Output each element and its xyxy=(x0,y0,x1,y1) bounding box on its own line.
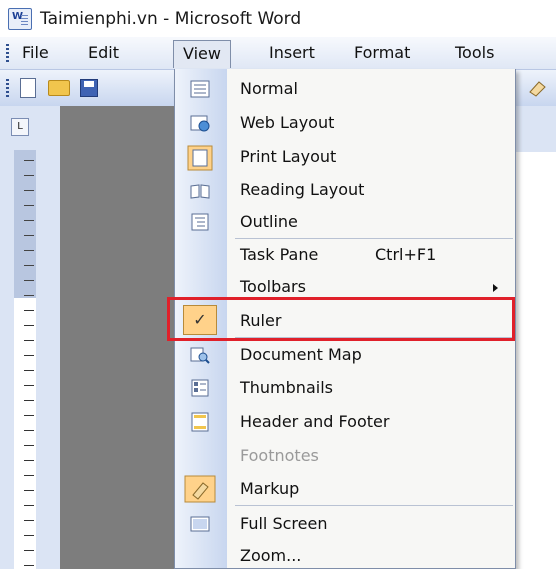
menu-item-label: Task Pane xyxy=(240,245,319,264)
save-icon[interactable] xyxy=(80,79,98,97)
window-title: Taimienphi.vn - Microsoft Word xyxy=(40,8,302,29)
menu-item-label: Web Layout xyxy=(240,113,335,132)
open-folder-icon[interactable] xyxy=(48,80,70,96)
menu-item-header-and-footer[interactable]: Header and Footer xyxy=(227,412,516,436)
menu-item-zoom[interactable]: Zoom... xyxy=(227,546,516,568)
menu-item-label: Full Screen xyxy=(240,514,328,533)
menu-insert[interactable]: Insert xyxy=(269,43,315,62)
reading-layout-icon xyxy=(190,184,210,199)
toolbar-grip[interactable] xyxy=(6,79,9,99)
menu-tools[interactable]: Tools xyxy=(455,43,494,62)
normal-view-icon xyxy=(190,80,210,98)
menu-item-task-pane[interactable]: Task Pane Ctrl+F1 xyxy=(227,245,516,269)
menu-edit[interactable]: Edit xyxy=(88,43,119,62)
ruler-corner xyxy=(0,106,60,152)
header-footer-icon xyxy=(191,412,209,432)
vertical-ruler-margin xyxy=(14,150,36,298)
menu-item-label: Zoom... xyxy=(240,546,302,565)
outline-icon xyxy=(191,213,209,231)
new-document-icon[interactable] xyxy=(20,78,36,98)
menu-item-label: Footnotes xyxy=(240,446,319,465)
menu-item-label: Header and Footer xyxy=(240,412,390,431)
menu-item-outline[interactable]: Outline xyxy=(227,212,516,236)
print-layout-icon xyxy=(187,145,213,171)
menu-item-thumbnails[interactable]: Thumbnails xyxy=(227,378,516,402)
menu-file[interactable]: File xyxy=(22,43,49,62)
menu-item-print-layout[interactable]: Print Layout xyxy=(227,147,516,171)
title-bar: W Taimienphi.vn - Microsoft Word xyxy=(0,0,556,37)
web-layout-icon xyxy=(190,115,210,132)
menu-item-label: Reading Layout xyxy=(240,180,365,199)
document-area[interactable] xyxy=(60,106,175,569)
menu-item-label: Normal xyxy=(240,79,298,98)
menu-item-shortcut: Ctrl+F1 xyxy=(375,245,437,264)
full-screen-icon xyxy=(190,516,210,532)
menu-item-label: Document Map xyxy=(240,345,362,364)
word-app-icon[interactable]: W xyxy=(8,7,32,30)
tab-selector-button[interactable]: L xyxy=(11,118,29,136)
menu-item-normal[interactable]: Normal xyxy=(227,79,516,103)
eraser-icon[interactable] xyxy=(527,78,547,98)
menu-bar: File Edit View Insert Format Tools xyxy=(0,37,556,70)
menu-item-label: Outline xyxy=(240,212,298,231)
menu-item-reading-layout[interactable]: Reading Layout xyxy=(227,180,516,204)
markup-icon xyxy=(184,475,216,503)
menu-item-markup[interactable]: Markup xyxy=(227,479,516,503)
menu-item-label: Print Layout xyxy=(240,147,337,166)
menu-item-label: Thumbnails xyxy=(240,378,333,397)
menu-item-label: Markup xyxy=(240,479,300,498)
document-map-icon xyxy=(190,347,210,364)
menu-item-web-layout[interactable]: Web Layout xyxy=(227,113,516,137)
submenu-arrow-icon xyxy=(493,284,498,292)
menu-separator xyxy=(235,238,513,239)
menu-separator xyxy=(235,505,513,506)
thumbnails-icon xyxy=(191,379,209,397)
menu-format[interactable]: Format xyxy=(354,43,410,62)
menu-item-document-map[interactable]: Document Map xyxy=(227,345,516,369)
menu-item-label: Toolbars xyxy=(240,277,306,296)
menu-item-footnotes: Footnotes xyxy=(227,446,516,470)
ruler-highlight-box xyxy=(167,297,515,341)
menu-view[interactable]: View xyxy=(173,40,231,68)
menu-item-full-screen[interactable]: Full Screen xyxy=(227,514,516,538)
menubar-grip[interactable] xyxy=(6,44,9,62)
